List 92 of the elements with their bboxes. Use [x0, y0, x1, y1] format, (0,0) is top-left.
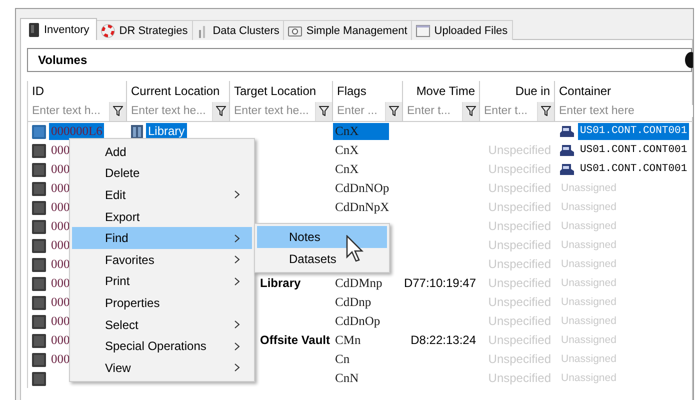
- filter-icon: [319, 106, 329, 116]
- column-header[interactable]: Flags: [333, 81, 403, 101]
- tape-icon: [32, 182, 46, 196]
- tape-icon: [32, 200, 46, 214]
- tab[interactable]: Inventory: [20, 18, 98, 40]
- table-cell-text: 000: [50, 351, 71, 368]
- menu-item[interactable]: Find: [72, 227, 252, 249]
- table-cell-text: 000: [50, 161, 71, 178]
- tape-icon: [32, 144, 46, 158]
- menu-item[interactable]: Special Operations: [72, 335, 252, 357]
- menu-item[interactable]: Add: [72, 141, 252, 163]
- table-cell-text: CnX: [334, 161, 360, 178]
- filter-button[interactable]: [537, 102, 554, 120]
- column-header[interactable]: Move Time: [403, 81, 480, 101]
- tape-icon: [32, 334, 46, 348]
- table-cell-text: CdDnNOp: [334, 180, 390, 197]
- filter-button[interactable]: [212, 102, 229, 120]
- table-cell-text: D77:10:19:47: [403, 275, 477, 292]
- table-cell-text: CdDMnp: [334, 275, 384, 292]
- column-header[interactable]: Due in: [480, 81, 555, 101]
- menu-item[interactable]: Favorites: [72, 248, 252, 271]
- table-cell-text: 000: [50, 180, 71, 197]
- menu-item[interactable]: Print: [72, 270, 252, 292]
- table-cell-text: Cn: [334, 351, 351, 368]
- menu-item[interactable]: Notes: [257, 226, 387, 248]
- tape-icon: [32, 238, 46, 252]
- tape-icon: [32, 314, 46, 328]
- tape-icon: [32, 220, 46, 234]
- table-cell-text: 000: [50, 218, 71, 235]
- library-icon: [131, 124, 143, 138]
- table-cell-text: 000: [50, 199, 71, 216]
- tape-icon: [32, 124, 46, 138]
- tab[interactable]: Simple Management: [283, 20, 412, 40]
- menu-item[interactable]: Properties: [72, 292, 252, 314]
- window-icon: [416, 24, 430, 36]
- tab[interactable]: DR Strategies: [96, 20, 193, 40]
- column-header[interactable]: Container: [555, 81, 693, 101]
- filter-icon: [216, 106, 226, 116]
- filter-button[interactable]: [109, 102, 126, 120]
- tab[interactable]: Data Clusters: [192, 20, 284, 40]
- menu-item[interactable]: Select: [72, 314, 252, 336]
- tape-icon: [32, 372, 46, 386]
- menu-item[interactable]: Delete: [72, 162, 252, 184]
- tape-icon: [32, 162, 46, 176]
- container-icon: [559, 124, 575, 138]
- filter-button[interactable]: [385, 102, 402, 120]
- table-cell-text: CnN: [334, 370, 360, 387]
- table-cell-text: 000: [50, 275, 71, 292]
- table-cell-text: D8:22:13:24: [410, 332, 477, 349]
- cursor-icon: [346, 235, 366, 263]
- column-header[interactable]: ID: [28, 81, 127, 101]
- filter-icon: [541, 106, 551, 116]
- table-cell: 000000L6: [49, 123, 104, 140]
- table-cell-text: US01.CONT.CONT001: [579, 143, 688, 158]
- table-cell-text: CnX: [334, 142, 360, 159]
- panel-title: Volumes: [38, 53, 88, 67]
- filter-icon: [466, 106, 476, 116]
- filter-button[interactable]: [315, 102, 332, 120]
- table-cell-text: CdDnp: [334, 294, 372, 311]
- filter-icon: [389, 106, 399, 116]
- tape-icon: [32, 296, 46, 310]
- column-header[interactable]: Current Location: [127, 81, 230, 101]
- tape-icon: [32, 258, 46, 272]
- filter-icon: [113, 106, 123, 116]
- table-cell-text: 000: [50, 237, 71, 254]
- tab[interactable]: Uploaded Files: [411, 20, 513, 40]
- table-cell-text: US01.CONT.CONT001: [579, 162, 688, 177]
- menu-item[interactable]: Edit: [72, 184, 252, 206]
- column-header[interactable]: Target Location: [230, 81, 333, 101]
- table-cell-text: CMn: [334, 332, 362, 349]
- table-cell-text: CdDnNpX: [334, 199, 390, 216]
- lifebuoy-icon: [101, 24, 116, 38]
- tape-icon: [28, 22, 40, 36]
- table-cell-text: Library: [259, 275, 302, 292]
- table-cell: CnX: [333, 123, 389, 140]
- table-cell-text: Offsite Vault: [259, 332, 332, 349]
- table-cell-text: CdDnOp: [334, 313, 382, 330]
- menu-item[interactable]: Export: [72, 206, 252, 228]
- table-cell-text: 000: [50, 256, 71, 273]
- container-icon: [559, 144, 575, 158]
- table-cell-text: 000: [50, 142, 71, 159]
- table-cell-text: 000: [50, 313, 71, 330]
- tape-icon: [32, 276, 46, 290]
- filter-button[interactable]: [462, 102, 479, 120]
- table-cell: US01.CONT.CONT001: [578, 123, 690, 140]
- menu-item[interactable]: View: [72, 356, 252, 379]
- tape-icon: [32, 352, 46, 366]
- camera-icon: [288, 24, 302, 36]
- table-cell-text: 000: [50, 332, 71, 349]
- table-cell-text: 000: [50, 294, 71, 311]
- container-icon: [559, 162, 575, 176]
- menu-item[interactable]: Datasets: [257, 248, 387, 270]
